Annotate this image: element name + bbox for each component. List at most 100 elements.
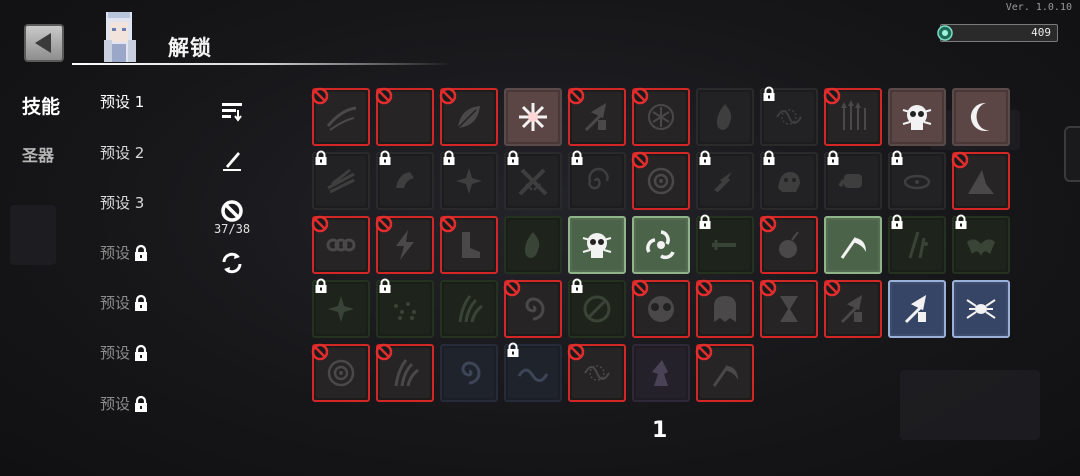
lock-icon: [135, 344, 148, 361]
skill-slot-chain[interactable]: [311, 215, 370, 274]
skill-wave-icon: [517, 368, 549, 382]
skill-slot-daggers[interactable]: [888, 214, 946, 274]
skill-slot-spider[interactable]: [952, 280, 1010, 338]
skill-hand-icon: [396, 172, 414, 188]
skill-slot-spiral[interactable]: [440, 344, 498, 402]
skill-slot-arrows[interactable]: [823, 279, 882, 338]
skill-slot-star[interactable]: [312, 278, 370, 338]
back-button[interactable]: [24, 24, 64, 62]
skill-slot-leaf[interactable]: [439, 87, 498, 146]
gem-icon: [937, 25, 953, 41]
ban-icon: [439, 215, 457, 233]
skill-ring-icon: [903, 174, 931, 190]
edit-icon: [223, 152, 241, 171]
skill-spears-icon: [841, 100, 866, 130]
skill-slot-beast[interactable]: [760, 150, 818, 210]
skill-slot-spiral[interactable]: [503, 279, 562, 338]
skill-slot-mask[interactable]: [631, 279, 690, 338]
skill-dots-icon: [394, 302, 416, 320]
category-skill-tab[interactable]: 技能: [22, 92, 60, 119]
skill-slot-skull[interactable]: [568, 216, 626, 274]
skill-slot-biohazard[interactable]: [632, 216, 690, 274]
page-title: 解锁: [168, 36, 212, 60]
skill-slot-rune[interactable]: [631, 87, 690, 146]
skill-spiral-icon: [525, 297, 545, 321]
skill-slot-dots[interactable]: [376, 278, 434, 338]
skill-slot-ring[interactable]: [888, 150, 946, 210]
skill-slot-thorns[interactable]: [760, 86, 818, 146]
edit-button[interactable]: [214, 144, 250, 174]
skill-scythe-icon: [840, 237, 866, 259]
lock-icon: [955, 214, 967, 229]
page-number: 1: [652, 418, 668, 443]
skill-slot-claw[interactable]: [440, 280, 498, 338]
skill-thorns-icon: [776, 109, 802, 125]
skill-slot-scythe[interactable]: [695, 343, 754, 402]
preset-item[interactable]: 预设: [100, 393, 150, 414]
skill-slot-fist[interactable]: [824, 150, 882, 210]
skill-slot-burst[interactable]: [504, 88, 562, 146]
preset-item[interactable]: 预设 3: [100, 192, 144, 213]
background-decor: [900, 370, 1040, 440]
preset-item[interactable]: 预设: [100, 342, 150, 363]
skill-shard-icon: [968, 170, 994, 194]
skill-slot-slash[interactable]: [311, 87, 370, 146]
skill-slot-bolt[interactable]: [375, 215, 434, 274]
skill-slot-thorns[interactable]: [567, 343, 626, 402]
skill-sword-icon: [712, 240, 736, 250]
sort-button[interactable]: [214, 96, 250, 126]
background-decor: [10, 205, 56, 265]
lock-icon: [891, 214, 903, 229]
ban-icon: [503, 279, 521, 297]
preset-item[interactable]: 预设: [100, 292, 150, 313]
skill-skull-icon: [582, 233, 612, 258]
preset-item[interactable]: 预设 1: [100, 91, 144, 112]
skill-slot-shard[interactable]: [951, 151, 1010, 210]
skill-slot-scythe[interactable]: [824, 216, 882, 274]
skill-slot-skull[interactable]: [888, 88, 946, 146]
skill-slot-vortex[interactable]: [568, 150, 626, 210]
skill-slot-arrows[interactable]: [567, 87, 626, 146]
lock-icon: [571, 278, 583, 293]
skill-slot-bat[interactable]: [952, 214, 1010, 274]
skill-slot-claw[interactable]: [375, 343, 434, 402]
category-relic-tab[interactable]: 圣器: [22, 142, 54, 166]
skill-slot-hourglass[interactable]: [759, 279, 818, 338]
lock-icon: [379, 278, 391, 293]
skill-slot-eye[interactable]: [631, 151, 690, 210]
lock-icon: [763, 86, 775, 101]
currency-value: 409: [1031, 26, 1051, 39]
skill-slot-crescent[interactable]: [375, 87, 434, 146]
skill-slot-moon[interactable]: [952, 88, 1010, 146]
skill-slot-sword[interactable]: [696, 214, 754, 274]
preset-item[interactable]: 预设: [100, 242, 150, 263]
skill-slot-witch[interactable]: [632, 344, 690, 402]
refresh-button[interactable]: [214, 248, 250, 278]
lock-icon: [315, 278, 327, 293]
skill-slot-swords[interactable]: [504, 150, 562, 210]
skill-slot-wave[interactable]: [504, 342, 562, 402]
skill-slot-arrows[interactable]: [888, 280, 946, 338]
skill-slot-feathers[interactable]: [312, 150, 370, 210]
skill-slot-bomb[interactable]: [759, 215, 818, 274]
skill-eye-icon: [647, 167, 675, 195]
preset-item[interactable]: 预设 2: [100, 142, 144, 163]
skill-slot-ghost[interactable]: [695, 279, 754, 338]
skill-bat-icon: [967, 239, 995, 256]
skill-scythe-icon: [712, 365, 738, 387]
preset-label: 预设 2: [100, 144, 145, 162]
skill-slot-star[interactable]: [440, 150, 498, 210]
skill-leaf-icon: [457, 106, 480, 129]
skill-slot-boot[interactable]: [439, 215, 498, 274]
skill-slot-hand[interactable]: [376, 150, 434, 210]
skill-arrows-icon: [840, 294, 863, 324]
skill-slot-eye[interactable]: [311, 343, 370, 402]
ban-icon: [375, 215, 393, 233]
skill-slot-flame[interactable]: [696, 88, 754, 146]
preset-label: 预设 3: [100, 194, 145, 212]
skill-slot-spark[interactable]: [696, 150, 754, 210]
skill-slot-orb[interactable]: [568, 278, 626, 338]
skill-slot-flame[interactable]: [504, 216, 562, 274]
side-scroll-tab[interactable]: [1064, 126, 1080, 182]
skill-slot-spears[interactable]: [823, 87, 882, 146]
